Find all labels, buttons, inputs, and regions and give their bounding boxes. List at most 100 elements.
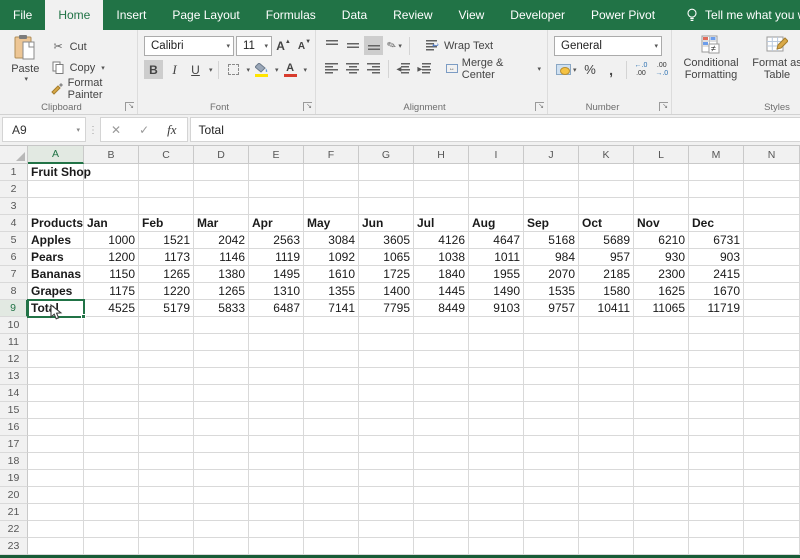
cell-D22[interactable] <box>194 521 249 538</box>
cell-A16[interactable] <box>28 419 84 436</box>
cell-J2[interactable] <box>524 181 579 198</box>
cell-N10[interactable] <box>744 317 800 334</box>
cell-J12[interactable] <box>524 351 579 368</box>
cell-M22[interactable] <box>689 521 744 538</box>
decrease-decimal-button[interactable]: .00 →.0 <box>652 62 671 78</box>
cell-L4[interactable]: Nov <box>634 215 689 232</box>
cell-A23[interactable] <box>28 538 84 555</box>
cell-C2[interactable] <box>139 181 194 198</box>
cell-E3[interactable] <box>249 198 304 215</box>
cell-C20[interactable] <box>139 487 194 504</box>
cell-I2[interactable] <box>469 181 524 198</box>
cell-F15[interactable] <box>304 402 359 419</box>
cell-K11[interactable] <box>579 334 634 351</box>
row-header-21[interactable]: 21 <box>0 504 28 521</box>
cell-E5[interactable]: 2563 <box>249 232 304 249</box>
comma-style-button[interactable]: , <box>602 60 621 79</box>
cell-H23[interactable] <box>414 538 469 555</box>
cell-D13[interactable] <box>194 368 249 385</box>
cell-F21[interactable] <box>304 504 359 521</box>
cell-H8[interactable]: 1445 <box>414 283 469 300</box>
fill-handle[interactable] <box>81 314 86 319</box>
cell-C4[interactable]: Feb <box>139 215 194 232</box>
cell-M14[interactable] <box>689 385 744 402</box>
cell-K5[interactable]: 5689 <box>579 232 634 249</box>
cell-G17[interactable] <box>359 436 414 453</box>
cell-C19[interactable] <box>139 470 194 487</box>
tell-me-box[interactable]: Tell me what you want to do <box>684 0 800 30</box>
cell-C8[interactable]: 1220 <box>139 283 194 300</box>
borders-dropdown-icon[interactable]: ▾ <box>247 66 251 74</box>
tab-insert[interactable]: Insert <box>103 0 159 30</box>
cell-C12[interactable] <box>139 351 194 368</box>
paste-dropdown-icon[interactable]: ▾ <box>25 75 29 83</box>
cell-K9[interactable]: 10411 <box>579 300 634 317</box>
cell-G6[interactable]: 1065 <box>359 249 414 266</box>
cell-G22[interactable] <box>359 521 414 538</box>
cell-D16[interactable] <box>194 419 249 436</box>
cell-I8[interactable]: 1490 <box>469 283 524 300</box>
cell-B1[interactable] <box>84 164 139 181</box>
cell-G14[interactable] <box>359 385 414 402</box>
cell-L8[interactable]: 1625 <box>634 283 689 300</box>
format-as-table-button[interactable]: Format as Table <box>744 34 800 81</box>
cell-M21[interactable] <box>689 504 744 521</box>
cell-D4[interactable]: Mar <box>194 215 249 232</box>
cell-N21[interactable] <box>744 504 800 521</box>
cell-K22[interactable] <box>579 521 634 538</box>
cell-D14[interactable] <box>194 385 249 402</box>
row-header-6[interactable]: 6 <box>0 249 28 266</box>
cell-M11[interactable] <box>689 334 744 351</box>
cell-A5[interactable]: Apples <box>28 232 84 249</box>
cell-I21[interactable] <box>469 504 524 521</box>
cell-D1[interactable] <box>194 164 249 181</box>
cell-C13[interactable] <box>139 368 194 385</box>
column-header-N[interactable]: N <box>744 146 800 164</box>
cell-C11[interactable] <box>139 334 194 351</box>
cell-C23[interactable] <box>139 538 194 555</box>
cell-A21[interactable] <box>28 504 84 521</box>
cell-N8[interactable] <box>744 283 800 300</box>
cell-G21[interactable] <box>359 504 414 521</box>
cell-H5[interactable]: 4126 <box>414 232 469 249</box>
cell-E21[interactable] <box>249 504 304 521</box>
number-format-select[interactable]: General ▾ <box>554 36 662 56</box>
cell-J3[interactable] <box>524 198 579 215</box>
cell-L17[interactable] <box>634 436 689 453</box>
cell-D19[interactable] <box>194 470 249 487</box>
align-right-button[interactable] <box>364 59 383 78</box>
cell-I15[interactable] <box>469 402 524 419</box>
cell-C1[interactable] <box>139 164 194 181</box>
cell-C6[interactable]: 1173 <box>139 249 194 266</box>
cell-K13[interactable] <box>579 368 634 385</box>
cell-I7[interactable]: 1955 <box>469 266 524 283</box>
cell-G15[interactable] <box>359 402 414 419</box>
cell-D5[interactable]: 2042 <box>194 232 249 249</box>
cell-N16[interactable] <box>744 419 800 436</box>
cell-B10[interactable] <box>84 317 139 334</box>
cell-F8[interactable]: 1355 <box>304 283 359 300</box>
row-header-11[interactable]: 11 <box>0 334 28 351</box>
cell-G8[interactable]: 1400 <box>359 283 414 300</box>
fill-color-button[interactable] <box>252 60 271 79</box>
cell-C9[interactable]: 5179 <box>139 300 194 317</box>
cell-M19[interactable] <box>689 470 744 487</box>
cell-B16[interactable] <box>84 419 139 436</box>
cell-M2[interactable] <box>689 181 744 198</box>
format-painter-button[interactable]: Format Painter <box>50 77 131 101</box>
cell-K8[interactable]: 1580 <box>579 283 634 300</box>
cell-A9[interactable]: Total <box>27 299 86 319</box>
cell-C5[interactable]: 1521 <box>139 232 194 249</box>
column-header-H[interactable]: H <box>414 146 469 164</box>
cell-J13[interactable] <box>524 368 579 385</box>
font-dialog-launcher[interactable]: ↘ <box>303 102 312 111</box>
cell-C16[interactable] <box>139 419 194 436</box>
cell-E2[interactable] <box>249 181 304 198</box>
cell-A1[interactable]: Fruit Shop <box>28 164 91 181</box>
cut-button[interactable]: ✂ Cut <box>51 37 131 56</box>
cell-I9[interactable]: 9103 <box>469 300 524 317</box>
row-header-2[interactable]: 2 <box>0 181 28 198</box>
cell-H3[interactable] <box>414 198 469 215</box>
cell-C3[interactable] <box>139 198 194 215</box>
cell-A14[interactable] <box>28 385 84 402</box>
